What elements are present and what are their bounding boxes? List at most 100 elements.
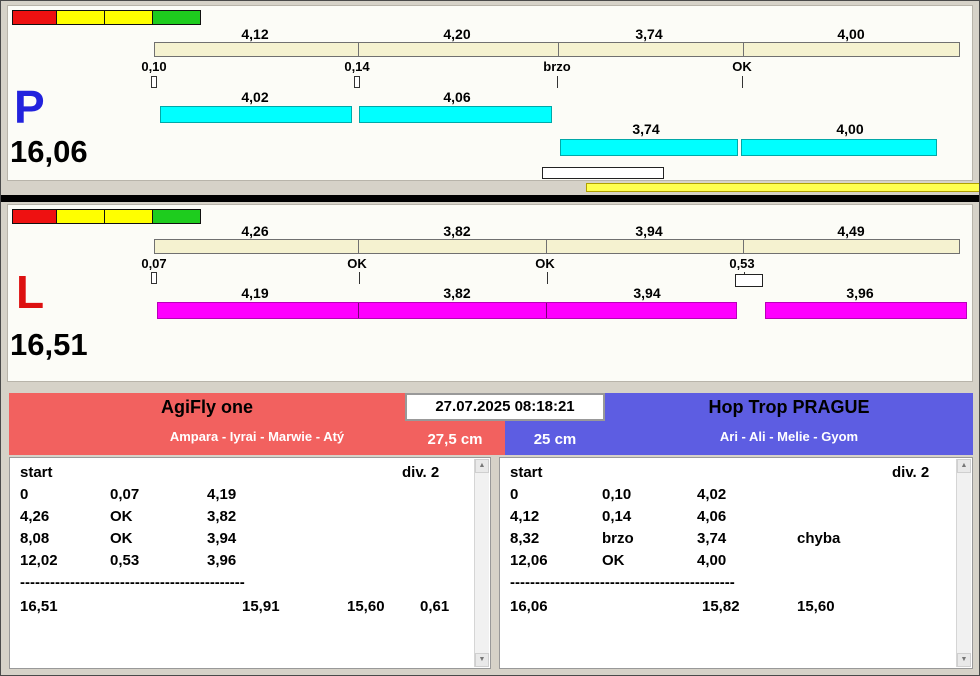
indicator-segment-yellow-2 <box>105 10 153 25</box>
change-marker-line <box>557 76 558 88</box>
split-time-label: 4,12 <box>241 26 269 42</box>
table-cell: 0,07 <box>110 486 140 503</box>
run-bar-dogs1-3 <box>157 302 737 319</box>
run-time-label: 3,74 <box>632 121 660 137</box>
start-label: start <box>510 464 543 481</box>
table-cell: 12,02 <box>20 552 58 569</box>
lane-total-time-l: 16,51 <box>10 327 88 362</box>
change-label: 0,14 <box>344 59 370 74</box>
table-cell: 0 <box>20 486 29 503</box>
sum-run-times: 15,91 <box>242 598 280 615</box>
run-time-label: 3,82 <box>443 285 471 301</box>
table-cell: 3,74 <box>697 530 727 547</box>
start-light-indicator-p <box>12 10 201 25</box>
change-label: OK <box>732 59 752 74</box>
split-time-label: 4,00 <box>837 26 865 42</box>
indicator-segment-yellow-2 <box>105 209 153 224</box>
table-scrollbar[interactable]: ▲ ▼ <box>474 459 489 667</box>
table-cell: 12,06 <box>510 552 548 569</box>
race-timestamp: 27.07.2025 08:18:21 <box>405 393 605 421</box>
table-cell: 0 <box>510 486 519 503</box>
split-bar-l <box>154 239 960 254</box>
lane-panel-l: 4,26 3,82 3,94 4,49 0,07 OK OK 0,53 L 4,… <box>7 204 973 382</box>
run-divider <box>546 303 547 318</box>
lane-total-time-p: 16,06 <box>10 134 88 169</box>
change-marker-box <box>151 272 157 284</box>
table-cell: OK <box>110 508 133 525</box>
lane-letter-l: L <box>16 266 45 318</box>
indicator-segment-yellow-1 <box>57 10 105 25</box>
table-cell: 0,10 <box>602 486 632 503</box>
running-dog-progress-bar <box>586 183 979 192</box>
change-marker-line <box>547 272 548 284</box>
indicator-segment-red <box>12 10 57 25</box>
sum-run-times: 15,82 <box>702 598 740 615</box>
table-cell: 4,26 <box>20 508 50 525</box>
split-time-label: 4,20 <box>443 26 471 42</box>
table-cell: 4,19 <box>207 486 237 503</box>
run-bar-dog3 <box>560 139 738 156</box>
total-time: 16,51 <box>20 598 58 615</box>
table-cell: 4,00 <box>697 552 727 569</box>
run-divider <box>358 303 359 318</box>
scroll-down-icon: ▼ <box>960 656 968 663</box>
team-left-name: AgiFly one <box>160 397 253 417</box>
flyball-timing-screen: 4,12 4,20 3,74 4,00 0,10 0,14 brzo OK P … <box>0 0 980 676</box>
scroll-up-button[interactable]: ▲ <box>957 459 971 473</box>
team-right-run-table: start div. 2 0 0,10 4,02 4,12 0,14 4,06 … <box>499 457 973 669</box>
change-label: 0,10 <box>141 59 167 74</box>
scroll-up-icon: ▲ <box>960 462 968 469</box>
change-label: 0,53 <box>729 256 755 271</box>
table-cell: OK <box>110 530 133 547</box>
run-time-label: 3,96 <box>846 285 874 301</box>
indicator-segment-green <box>153 10 201 25</box>
change-marker-line <box>359 272 360 284</box>
run-bar-dog4 <box>765 302 967 319</box>
scroll-down-button[interactable]: ▼ <box>475 653 489 667</box>
run-bar-dog1 <box>160 106 352 123</box>
split-time-label: 4,26 <box>241 223 269 239</box>
table-scrollbar[interactable]: ▲ ▼ <box>956 459 971 667</box>
indicator-segment-red <box>12 209 57 224</box>
table-cell: 4,12 <box>510 508 540 525</box>
team-left-run-table: start div. 2 0 0,07 4,19 4,26 OK 3,82 8,… <box>9 457 491 669</box>
indicator-segment-yellow-1 <box>57 209 105 224</box>
team-right-name: Hop Trop PRAGUE <box>708 397 870 417</box>
indicator-segment-green <box>153 209 201 224</box>
change-label: brzo <box>543 59 571 74</box>
table-cell: 4,06 <box>697 508 727 525</box>
change-label: OK <box>535 256 555 271</box>
change-label: OK <box>347 256 367 271</box>
change-marker-box <box>354 76 360 88</box>
total-time: 16,06 <box>510 598 548 615</box>
split-divider <box>743 240 744 253</box>
best-possible-time: 15,60 <box>797 598 835 615</box>
scroll-up-button[interactable]: ▲ <box>475 459 489 473</box>
lane-panel-p: 4,12 4,20 3,74 4,00 0,10 0,14 brzo OK P … <box>7 5 973 181</box>
table-separator: ----------------------------------------… <box>20 574 245 591</box>
run-time-label: 4,00 <box>836 121 864 137</box>
division-label: div. 2 <box>402 464 440 481</box>
split-time-label: 3,82 <box>443 223 471 239</box>
split-time-label: 4,49 <box>837 223 865 239</box>
split-divider <box>358 43 359 56</box>
table-cell: 0,14 <box>602 508 632 525</box>
lane-letter-p: P <box>14 81 45 133</box>
table-cell: 8,32 <box>510 530 540 547</box>
time-difference: 0,61 <box>420 598 450 615</box>
change-label: 0,07 <box>141 256 167 271</box>
split-time-label: 3,94 <box>635 223 663 239</box>
table-cell: 4,02 <box>697 486 727 503</box>
start-label: start <box>20 464 53 481</box>
split-divider <box>558 43 559 56</box>
table-separator: ----------------------------------------… <box>510 574 735 591</box>
change-marker-box <box>151 76 157 88</box>
team-left-jump-height: 27,5 cm <box>427 431 483 448</box>
scroll-up-icon: ▲ <box>478 462 486 469</box>
run-time-label: 4,19 <box>241 285 269 301</box>
scroll-down-button[interactable]: ▼ <box>957 653 971 667</box>
run-time-label: 4,02 <box>241 89 269 105</box>
best-possible-time: 15,60 <box>347 598 385 615</box>
change-window-box <box>735 274 763 287</box>
table-cell: 0,53 <box>110 552 140 569</box>
